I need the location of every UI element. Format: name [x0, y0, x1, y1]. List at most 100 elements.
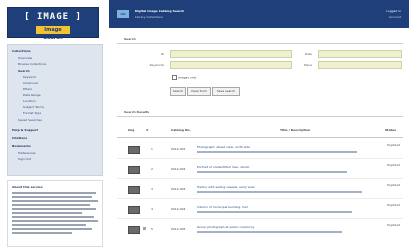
- info-text-line: [12, 204, 90, 206]
- thumbnail-image[interactable]: [128, 166, 140, 174]
- row-number: 1: [151, 147, 153, 151]
- info-text-line: [12, 192, 96, 194]
- thumbnail-image[interactable]: [128, 206, 140, 214]
- nav-location[interactable]: Location: [23, 100, 36, 103]
- info-panel-title: About this service: [12, 185, 43, 189]
- nav-citations[interactable]: Citations: [12, 137, 27, 140]
- status-text: Digitized: [387, 163, 401, 167]
- table-row[interactable]: 5 0012-005 Group photograph at public ce…: [117, 220, 403, 239]
- nav-overview[interactable]: Overview: [18, 57, 32, 60]
- table-row[interactable]: 3 0012-003 Harbor with sailing vessels, …: [117, 180, 403, 199]
- keywords-input[interactable]: [170, 61, 292, 69]
- nav-sign-out[interactable]: Sign Out: [18, 158, 31, 161]
- header-logo-icon[interactable]: Lib: [117, 10, 129, 18]
- header-title: Digital Image Catalog Search: [135, 9, 185, 13]
- catalog-number[interactable]: 0012-003: [171, 187, 185, 191]
- place-input[interactable]: [318, 61, 402, 69]
- item-title-link[interactable]: Harbor with sailing vessels, early view: [197, 185, 255, 189]
- results-section-title: Search Results: [124, 110, 150, 114]
- info-text-line: [12, 196, 92, 198]
- nav-date-range[interactable]: Date Range: [23, 94, 41, 97]
- row-number: 2: [151, 167, 153, 171]
- table-row[interactable]: 4 0012-004 Interior of municipal buildin…: [117, 200, 403, 219]
- sidebar-nav: Collections Overview Browse Collections …: [7, 44, 103, 176]
- star-icon[interactable]: [143, 227, 146, 230]
- col-header-catalog[interactable]: Catalog No.: [171, 128, 191, 132]
- sidebar: [ IMAGE ] Image Search Collections Overv…: [0, 0, 109, 249]
- col-header-image[interactable]: Img: [128, 128, 134, 132]
- row-divider: [117, 218, 403, 219]
- thumbnail-image[interactable]: [128, 186, 140, 194]
- col-header-status[interactable]: Status: [385, 128, 396, 132]
- date-input[interactable]: [318, 50, 402, 58]
- user-status[interactable]: Logged in: [386, 9, 401, 13]
- table-header-rule: [117, 137, 403, 138]
- search-section-title: Search: [124, 37, 136, 41]
- item-title-link[interactable]: Interior of municipal building, hall: [197, 205, 248, 209]
- description-line: [197, 231, 342, 233]
- search-button[interactable]: Search: [170, 87, 186, 96]
- description-line: [197, 171, 347, 173]
- divider: [117, 43, 403, 44]
- table-row[interactable]: 1 0012-001 Photograph: street view, nort…: [117, 140, 403, 159]
- item-title-link[interactable]: Group photograph at public ceremony: [197, 225, 254, 229]
- top-header: Lib Digital Image Catalog Search Library…: [109, 0, 409, 28]
- nav-format-type[interactable]: Format Type: [23, 112, 41, 115]
- table-row[interactable]: 2 0012-002 Portrait of unidentified man,…: [117, 160, 403, 179]
- checkbox-box-icon[interactable]: [172, 75, 177, 80]
- item-title-link[interactable]: Portrait of unidentified man, studio: [197, 165, 250, 169]
- col-header-title[interactable]: Title / Description: [280, 128, 310, 132]
- nav-filters[interactable]: Filters: [23, 88, 32, 91]
- nav-saved-searches[interactable]: Saved Searches: [18, 119, 42, 122]
- field-label-date: Date: [304, 52, 312, 56]
- status-text: Digitized: [387, 203, 401, 207]
- info-text-line: [12, 224, 86, 226]
- field-label-keywords: Keywords: [149, 63, 164, 67]
- thumbnail-image[interactable]: [128, 146, 140, 154]
- catalog-number[interactable]: 0012-005: [171, 227, 185, 231]
- description-line: [197, 151, 357, 153]
- nav-keyword[interactable]: Keyword: [23, 76, 36, 79]
- col-header-number[interactable]: #: [146, 128, 149, 132]
- id-input[interactable]: [170, 50, 292, 58]
- logo-text: [ IMAGE ]: [24, 12, 82, 22]
- item-title-link[interactable]: Photograph: street view, north side: [197, 145, 250, 149]
- nav-help-support[interactable]: Help & Support: [12, 129, 38, 132]
- account-link[interactable]: Account: [389, 15, 401, 19]
- row-number: 3: [151, 187, 153, 191]
- save-search-button[interactable]: Save search: [212, 87, 240, 96]
- nav-advanced[interactable]: Advanced: [23, 82, 38, 85]
- row-number: 5: [151, 227, 153, 231]
- info-text-line: [12, 220, 98, 222]
- clear-form-button[interactable]: Clear form: [187, 87, 211, 96]
- logo-tagline: Image Search: [36, 26, 70, 41]
- nav-browse-collections[interactable]: Browse Collections: [18, 63, 46, 66]
- images-only-checkbox[interactable]: Images only: [172, 75, 196, 80]
- row-divider: [117, 158, 403, 159]
- catalog-number[interactable]: 0012-004: [171, 207, 185, 211]
- nav-search[interactable]: Search: [18, 70, 30, 73]
- info-panel: About this service: [7, 180, 103, 247]
- header-subtitle: Library Collections: [135, 15, 163, 19]
- row-divider: [117, 178, 403, 179]
- divider: [117, 116, 403, 117]
- info-text-line: [12, 232, 72, 234]
- description-line: [197, 191, 362, 193]
- app-window: [ IMAGE ] Image Search Collections Overv…: [0, 0, 409, 249]
- nav-preferences[interactable]: Preferences: [18, 152, 36, 155]
- nav-bookmarks[interactable]: Bookmarks: [12, 145, 31, 148]
- info-text-line: [12, 212, 82, 214]
- status-text: Digitized: [387, 183, 401, 187]
- catalog-number[interactable]: 0012-002: [171, 167, 185, 171]
- thumbnail-image[interactable]: [128, 226, 140, 234]
- info-text-line: [12, 216, 94, 218]
- description-line: [197, 211, 352, 213]
- nav-collections[interactable]: Collections: [12, 50, 31, 53]
- row-divider: [117, 198, 403, 199]
- nav-subject-terms[interactable]: Subject Terms: [23, 106, 44, 109]
- logo[interactable]: [ IMAGE ] Image Search: [7, 7, 99, 41]
- info-text-line: [12, 200, 98, 202]
- catalog-number[interactable]: 0012-001: [171, 147, 185, 151]
- checkbox-label: Images only: [177, 75, 197, 80]
- info-text-line: [12, 228, 92, 230]
